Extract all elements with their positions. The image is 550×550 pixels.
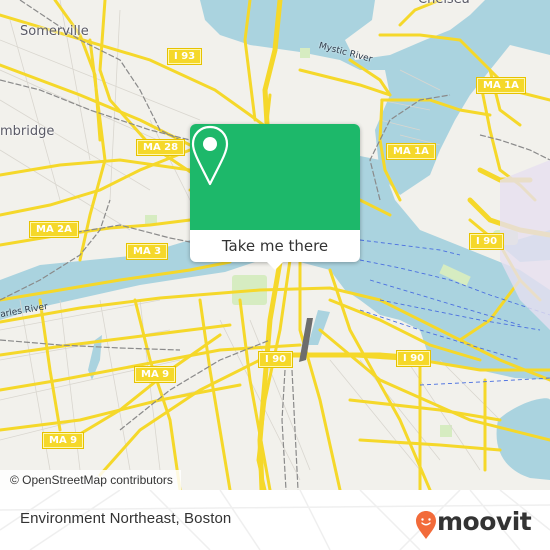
shield-ma3: MA 3 xyxy=(127,244,168,259)
cambridge-label: mbridge xyxy=(0,124,55,139)
moovit-wordmark: moovit xyxy=(437,507,532,536)
map-attribution[interactable]: © OpenStreetMap contributors xyxy=(0,470,181,490)
shield-i93: I 93 xyxy=(168,49,202,64)
shield-ma1a-center: MA 1A xyxy=(387,144,435,159)
footer: Environment Northeast, Boston moovit xyxy=(0,490,550,550)
shield-ma2a: MA 2A xyxy=(30,222,78,237)
shield-ma28: MA 28 xyxy=(137,140,185,155)
shield-i90-east: I 90 xyxy=(470,234,504,249)
map-view[interactable]: Somerville mbridge Chelsea Mystic River … xyxy=(0,0,550,490)
place-name: Environment Northeast, Boston xyxy=(20,510,232,527)
shield-ma1a-east: MA 1A xyxy=(477,78,525,93)
shield-i90-southeast: I 90 xyxy=(397,351,431,366)
chelsea-label: Chelsea xyxy=(418,0,470,7)
location-pin-icon xyxy=(191,125,229,186)
popup-header xyxy=(190,124,360,230)
shield-i90-center: I 90 xyxy=(259,352,293,367)
moovit-smiley-pin-icon xyxy=(416,511,436,539)
shield-ma9-center: MA 9 xyxy=(135,367,176,382)
destination-popup: Take me there xyxy=(190,124,360,270)
popup-pointer xyxy=(266,261,284,270)
shield-ma9-west: MA 9 xyxy=(43,433,84,448)
take-me-there-button[interactable]: Take me there xyxy=(190,230,360,262)
somerville-label: Somerville xyxy=(20,24,89,39)
